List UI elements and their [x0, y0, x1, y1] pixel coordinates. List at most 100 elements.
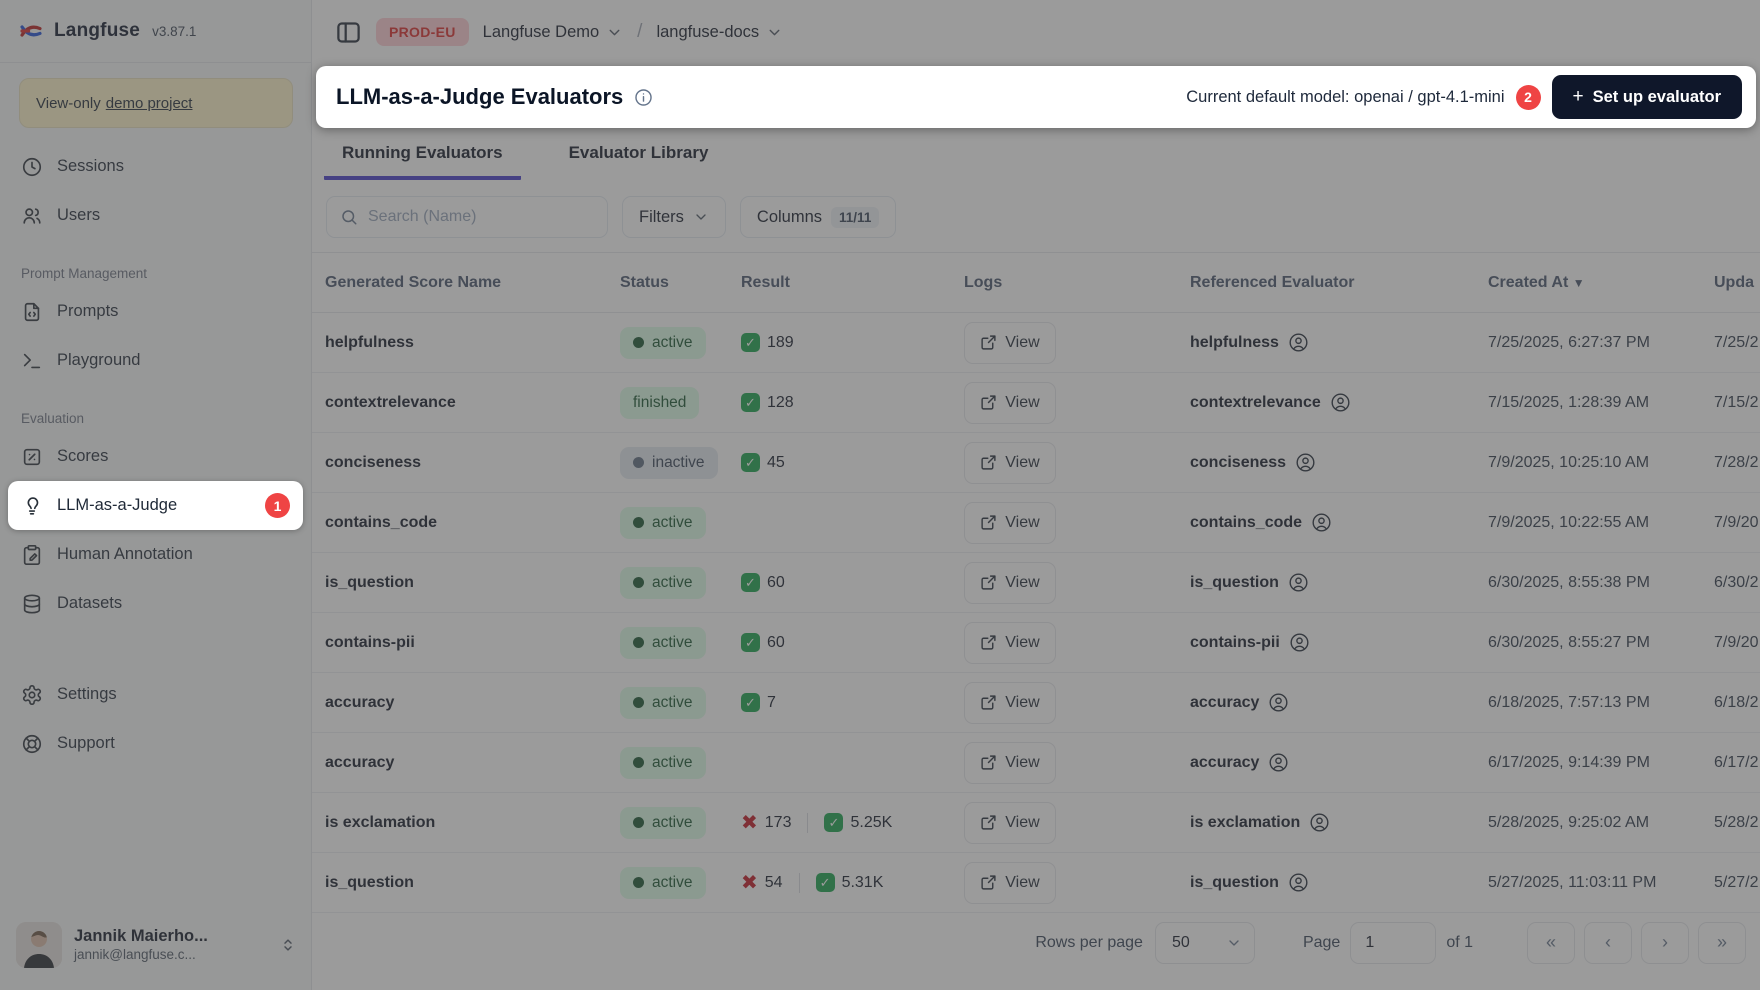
pass-check-icon: ✓ [741, 573, 760, 592]
prev-page-button[interactable]: ‹ [1584, 922, 1632, 964]
view-logs-button[interactable]: View [964, 682, 1056, 724]
user-circle-icon [1268, 752, 1289, 773]
col-header-updated[interactable]: Upda [1714, 274, 1760, 292]
user-menu[interactable]: Jannik Maierho... jannik@langfuse.c... [0, 910, 311, 990]
status-dot-icon [633, 337, 644, 348]
status-badge: active [620, 687, 706, 719]
sidebar-item-human-annotation[interactable]: Human Annotation [8, 530, 303, 579]
columns-button[interactable]: Columns 11/11 [740, 196, 896, 238]
col-header-created[interactable]: Created At ▼ [1488, 274, 1714, 292]
filters-button[interactable]: Filters [622, 196, 726, 238]
sidebar-item-scores[interactable]: Scores [8, 432, 303, 481]
last-page-button[interactable]: » [1698, 922, 1746, 964]
referenced-evaluator: helpfulness [1190, 334, 1279, 352]
status-badge: active [620, 627, 706, 659]
updated-at: 7/15/2 [1714, 394, 1760, 412]
first-page-button[interactable]: « [1527, 922, 1575, 964]
view-logs-button[interactable]: View [964, 742, 1056, 784]
updated-at: 6/18/2 [1714, 694, 1760, 712]
sidebar-item-playground[interactable]: Playground [8, 336, 303, 385]
table-row[interactable]: conciseness inactive ✖ ✓45 View concisen… [312, 433, 1760, 493]
created-at: 7/15/2025, 1:28:39 AM [1488, 394, 1714, 412]
pass-count: ✓7 [741, 693, 776, 712]
langfuse-logo-icon [18, 18, 44, 44]
table-row[interactable]: is_question active ✖ ✓60 View is_questio… [312, 553, 1760, 613]
rows-per-page-label: Rows per page [1035, 934, 1143, 952]
pass-check-icon: ✓ [741, 333, 760, 352]
sidebar-toggle-button[interactable] [335, 19, 362, 46]
referenced-evaluator: contextrelevance [1190, 394, 1321, 412]
sidebar: Langfuse v3.87.1 View-only demo project … [0, 0, 312, 990]
status-badge: finished [620, 387, 699, 419]
database-icon [21, 593, 43, 615]
pass-count: ✓60 [741, 633, 785, 652]
fail-x-icon: ✖ [741, 873, 758, 893]
table-row[interactable]: accuracy active ✖ ✓ View accuracy 6/17/2… [312, 733, 1760, 793]
fail-x-icon: ✖ [741, 813, 758, 833]
table-row[interactable]: accuracy active ✖ ✓7 View accuracy 6/18/… [312, 673, 1760, 733]
status-dot-icon [633, 637, 644, 648]
updated-at: 6/17/2 [1714, 754, 1760, 772]
app-name: Langfuse [54, 20, 140, 42]
created-at: 6/18/2025, 7:57:13 PM [1488, 694, 1714, 712]
info-icon[interactable] [634, 88, 653, 107]
user-circle-icon [1330, 392, 1351, 413]
table-row[interactable]: contains-pii active ✖ ✓60 View contains-… [312, 613, 1760, 673]
created-at: 6/30/2025, 8:55:27 PM [1488, 634, 1714, 652]
updated-at: 7/28/2 [1714, 454, 1760, 472]
tour-step-badge-2: 2 [1516, 85, 1541, 110]
table-row[interactable]: helpfulness active ✖ ✓189 View helpfulne… [312, 313, 1760, 373]
status-dot-icon [633, 697, 644, 708]
score-name: accuracy [325, 754, 620, 772]
fail-count: ✖173 [741, 813, 808, 833]
view-logs-button[interactable]: View [964, 322, 1056, 364]
sidebar-item-support[interactable]: Support [8, 719, 303, 768]
tab-evaluator-library[interactable]: Evaluator Library [551, 143, 727, 180]
page-number-input[interactable] [1350, 922, 1436, 964]
logo-row: Langfuse v3.87.1 [0, 0, 311, 63]
view-logs-button[interactable]: View [964, 562, 1056, 604]
view-logs-button[interactable]: View [964, 802, 1056, 844]
demo-project-link[interactable]: demo project [106, 95, 193, 112]
file-code-icon [21, 301, 43, 323]
rows-per-page-select[interactable]: 50 [1155, 922, 1255, 964]
table-row[interactable]: contextrelevance finished ✖ ✓128 View co… [312, 373, 1760, 433]
chevrons-up-down-icon [279, 936, 297, 954]
external-link-icon [980, 634, 997, 651]
external-link-icon [980, 514, 997, 531]
status-badge: active [620, 807, 706, 839]
sidebar-item-settings[interactable]: Settings [8, 670, 303, 719]
updated-at: 5/28/2 [1714, 814, 1760, 832]
view-logs-button[interactable]: View [964, 862, 1056, 904]
col-header-status[interactable]: Status [620, 274, 741, 292]
fail-count: ✖54 [741, 873, 800, 893]
search-input[interactable] [368, 208, 594, 226]
sidebar-item-users[interactable]: Users [8, 191, 303, 240]
col-header-name[interactable]: Generated Score Name [325, 274, 620, 292]
view-logs-button[interactable]: View [964, 442, 1056, 484]
sidebar-item-sessions[interactable]: Sessions [8, 142, 303, 191]
table-row[interactable]: contains_code active ✖ ✓ View contains_c… [312, 493, 1760, 553]
sidebar-item-prompts[interactable]: Prompts [8, 287, 303, 336]
page-label: Page [1303, 934, 1340, 952]
setup-evaluator-button[interactable]: + Set up evaluator [1552, 75, 1742, 119]
view-logs-button[interactable]: View [964, 502, 1056, 544]
score-name: is_question [325, 874, 620, 892]
sidebar-item-llm-as-a-judge[interactable]: LLM-as-a-Judge 1 [8, 481, 303, 530]
tab-running-evaluators[interactable]: Running Evaluators [324, 143, 521, 180]
next-page-button[interactable]: › [1641, 922, 1689, 964]
view-logs-button[interactable]: View [964, 382, 1056, 424]
status-badge: active [620, 507, 706, 539]
view-logs-button[interactable]: View [964, 622, 1056, 664]
col-header-logs[interactable]: Logs [964, 274, 1190, 292]
page-count-label: of 1 [1446, 934, 1473, 952]
table-row[interactable]: is exclamation active ✖173 ✓5.25K View i… [312, 793, 1760, 853]
users-icon [21, 205, 43, 227]
col-header-result[interactable]: Result [741, 274, 964, 292]
sidebar-item-datasets[interactable]: Datasets [8, 579, 303, 628]
org-switcher[interactable]: Langfuse Demo [483, 23, 624, 42]
project-switcher[interactable]: langfuse-docs [656, 23, 783, 42]
table-row[interactable]: is_question active ✖54 ✓5.31K View is_qu… [312, 853, 1760, 913]
col-header-referenced[interactable]: Referenced Evaluator [1190, 274, 1488, 292]
created-at: 7/9/2025, 10:22:55 AM [1488, 514, 1714, 532]
